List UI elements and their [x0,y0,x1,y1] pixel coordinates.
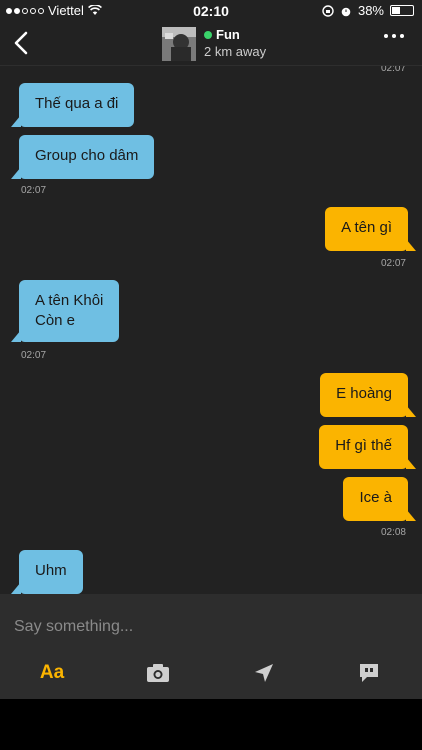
rotation-lock-icon [322,4,334,17]
message-timestamp: 02:08 [380,527,406,538]
camera-icon-glyph [147,664,169,682]
profile-name-label: Fun [216,27,240,42]
outgoing-message[interactable]: Hf gì thế [319,425,416,469]
chat-header: Fun 2 km away [0,22,422,66]
status-bar: Viettel 02:10 38% [0,0,422,22]
outgoing-message[interactable]: E hoàng [320,373,416,417]
battery-percent: 38% [357,3,384,18]
message-timestamp: 02:07 [380,258,406,269]
message-input[interactable]: Say something... [14,618,404,636]
message-timestamp: 02:07 [380,66,406,74]
message-timestamp: 02:07 [21,185,47,196]
outgoing-message[interactable]: Ice à [343,477,416,521]
more-horizontal-icon[interactable] [384,34,404,38]
composer: Say something... Aa [0,594,422,699]
message-text: E hoàng [336,385,392,402]
bottom-bar [0,699,422,750]
online-status-icon [204,30,212,39]
avatar[interactable] [162,27,196,61]
message-text-line: A tên Khôi [35,292,104,309]
message-text: Group cho dâm [35,147,139,164]
message-text: Uhm [35,562,67,579]
text-format-label: Aa [39,662,65,683]
message-timestamp: 02:07 [21,350,47,361]
profile-name[interactable]: Fun [204,27,240,42]
outgoing-message[interactable]: A tên gì [325,207,416,251]
alarm-icon [341,7,351,16]
saved-phrases-glyph [360,664,378,682]
message-text: Hf gì thế [335,437,392,454]
location-arrow-glyph [255,664,273,682]
message-list[interactable]: 02:07 Thế qua a đi Group cho dâm 02:07 A… [0,66,422,594]
message-text: A tên gì [341,219,392,236]
composer-toolbar: Aa [0,652,422,698]
location-arrow-icon[interactable] [246,658,282,688]
message-text: Thế qua a đi [35,95,119,112]
message-text-line: Còn e [35,312,76,329]
avatar-photo [162,27,196,61]
message-text: Ice à [359,489,392,506]
status-right-group: 38% [322,3,414,18]
incoming-message[interactable]: Thế qua a đi [11,83,135,127]
battery-fill [392,7,400,14]
battery-icon [390,5,414,16]
camera-icon[interactable] [140,658,176,688]
text-format-icon[interactable]: Aa [34,658,70,688]
incoming-message[interactable]: Uhm [11,550,83,594]
chevron-left-icon[interactable] [10,28,34,58]
distance-label: 2 km away [204,44,267,59]
saved-phrases-icon[interactable] [351,658,387,688]
incoming-message[interactable]: Group cho dâm [11,135,155,179]
incoming-message[interactable]: A tên Khôi Còn e [11,280,120,342]
